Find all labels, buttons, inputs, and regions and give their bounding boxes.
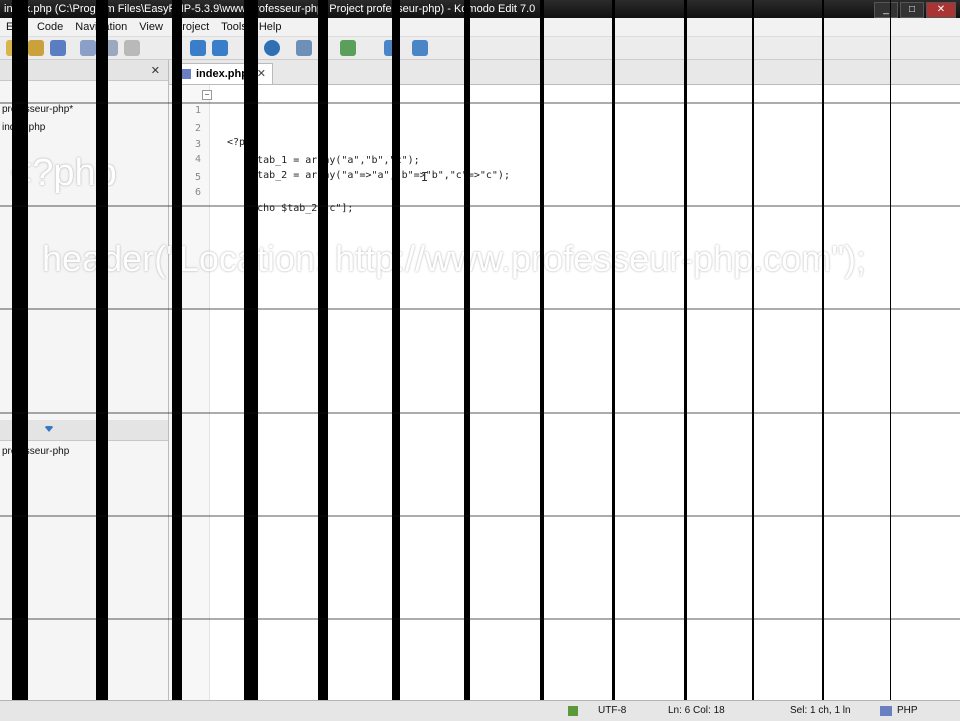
mosaic-bar — [172, 0, 182, 700]
menu-code[interactable]: Code — [31, 21, 69, 33]
mosaic-bar — [540, 0, 544, 700]
mosaic-bar — [318, 0, 328, 700]
text-cursor-icon: I — [421, 170, 429, 184]
code-line: 3 $tab_1 = array("a","b","c"); — [169, 121, 960, 166]
overlay-code-line-2: header("Location: http://www.professeur-… — [42, 238, 866, 279]
fold-icon[interactable]: − — [202, 90, 212, 100]
chevron-down-icon[interactable] — [44, 426, 54, 432]
close-icon[interactable]: ✕ — [151, 64, 160, 77]
globe-icon[interactable] — [264, 40, 280, 56]
mosaic-row-line — [0, 618, 960, 620]
mosaic-row-line — [0, 412, 960, 414]
menu-help[interactable]: Help — [253, 21, 288, 33]
mosaic-bar — [244, 0, 258, 700]
cut-icon[interactable] — [80, 40, 96, 56]
redo-icon[interactable] — [212, 40, 228, 56]
php-file-icon — [182, 69, 191, 79]
toolbar — [0, 37, 960, 60]
mosaic-bar — [392, 0, 400, 700]
sync-icon[interactable] — [412, 40, 428, 56]
mosaic-row-line — [0, 308, 960, 310]
layout-icon[interactable] — [296, 40, 312, 56]
close-button[interactable]: ✕ — [926, 2, 956, 18]
maximize-button[interactable]: □ — [900, 2, 924, 18]
window-title: index.php (C:\Program Files\EasyPHP-5.3.… — [4, 3, 536, 15]
check-icon — [568, 706, 578, 716]
menu-bar: Edit Code Navigation View Project Tools … — [0, 18, 960, 37]
window-controls: _ □ ✕ — [874, 2, 956, 18]
run-icon[interactable] — [340, 40, 356, 56]
tab-close-icon[interactable]: ✕ — [257, 64, 266, 84]
mosaic-bar — [684, 0, 687, 700]
mosaic-bar — [96, 0, 108, 700]
minimize-button[interactable]: _ — [874, 2, 898, 18]
mosaic-row-line — [0, 515, 960, 517]
language-status[interactable]: PHP — [897, 705, 918, 716]
code-editor[interactable]: 1 − <?php 2 3 $tab_1 = array("a","b","c"… — [169, 85, 960, 700]
tab-index-php[interactable]: index.php ✕ — [177, 63, 273, 84]
mosaic-bar — [12, 0, 28, 700]
php-language-icon — [880, 706, 892, 716]
code-line: 5 — [169, 154, 960, 183]
cursor-position-status: Ln: 6 Col: 18 — [668, 705, 725, 716]
mosaic-bar — [822, 0, 824, 700]
code-line: 6 echo $tab_2["c"]; I — [169, 169, 960, 214]
mosaic-bar — [890, 0, 891, 700]
mosaic-bar — [464, 0, 470, 700]
editor-tab-bar: index.php ✕ — [169, 60, 960, 85]
mosaic-row-line — [0, 102, 960, 104]
selection-status: Sel: 1 ch, 1 ln — [790, 705, 851, 716]
open-folder-icon[interactable] — [28, 40, 44, 56]
mosaic-bar — [612, 0, 615, 700]
code-line: 4 $tab_2 = array("a"=>"a","b"=>"b","c"=>… — [169, 136, 960, 181]
code-line: 1 − <?php — [169, 87, 960, 148]
undo-icon[interactable] — [190, 40, 206, 56]
save-icon[interactable] — [50, 40, 66, 56]
code-line: 2 — [169, 105, 960, 134]
mosaic-bar — [752, 0, 754, 700]
menu-view[interactable]: View — [133, 21, 169, 33]
encoding-status[interactable]: UTF-8 — [598, 705, 626, 716]
tab-label: index.php — [196, 68, 248, 80]
mosaic-row-line — [0, 205, 960, 207]
paste-icon[interactable] — [124, 40, 140, 56]
status-bar: UTF-8 Ln: 6 Col: 18 Sel: 1 ch, 1 ln PHP — [0, 700, 960, 721]
window-title-bar: index.php (C:\Program Files\EasyPHP-5.3.… — [0, 0, 960, 18]
